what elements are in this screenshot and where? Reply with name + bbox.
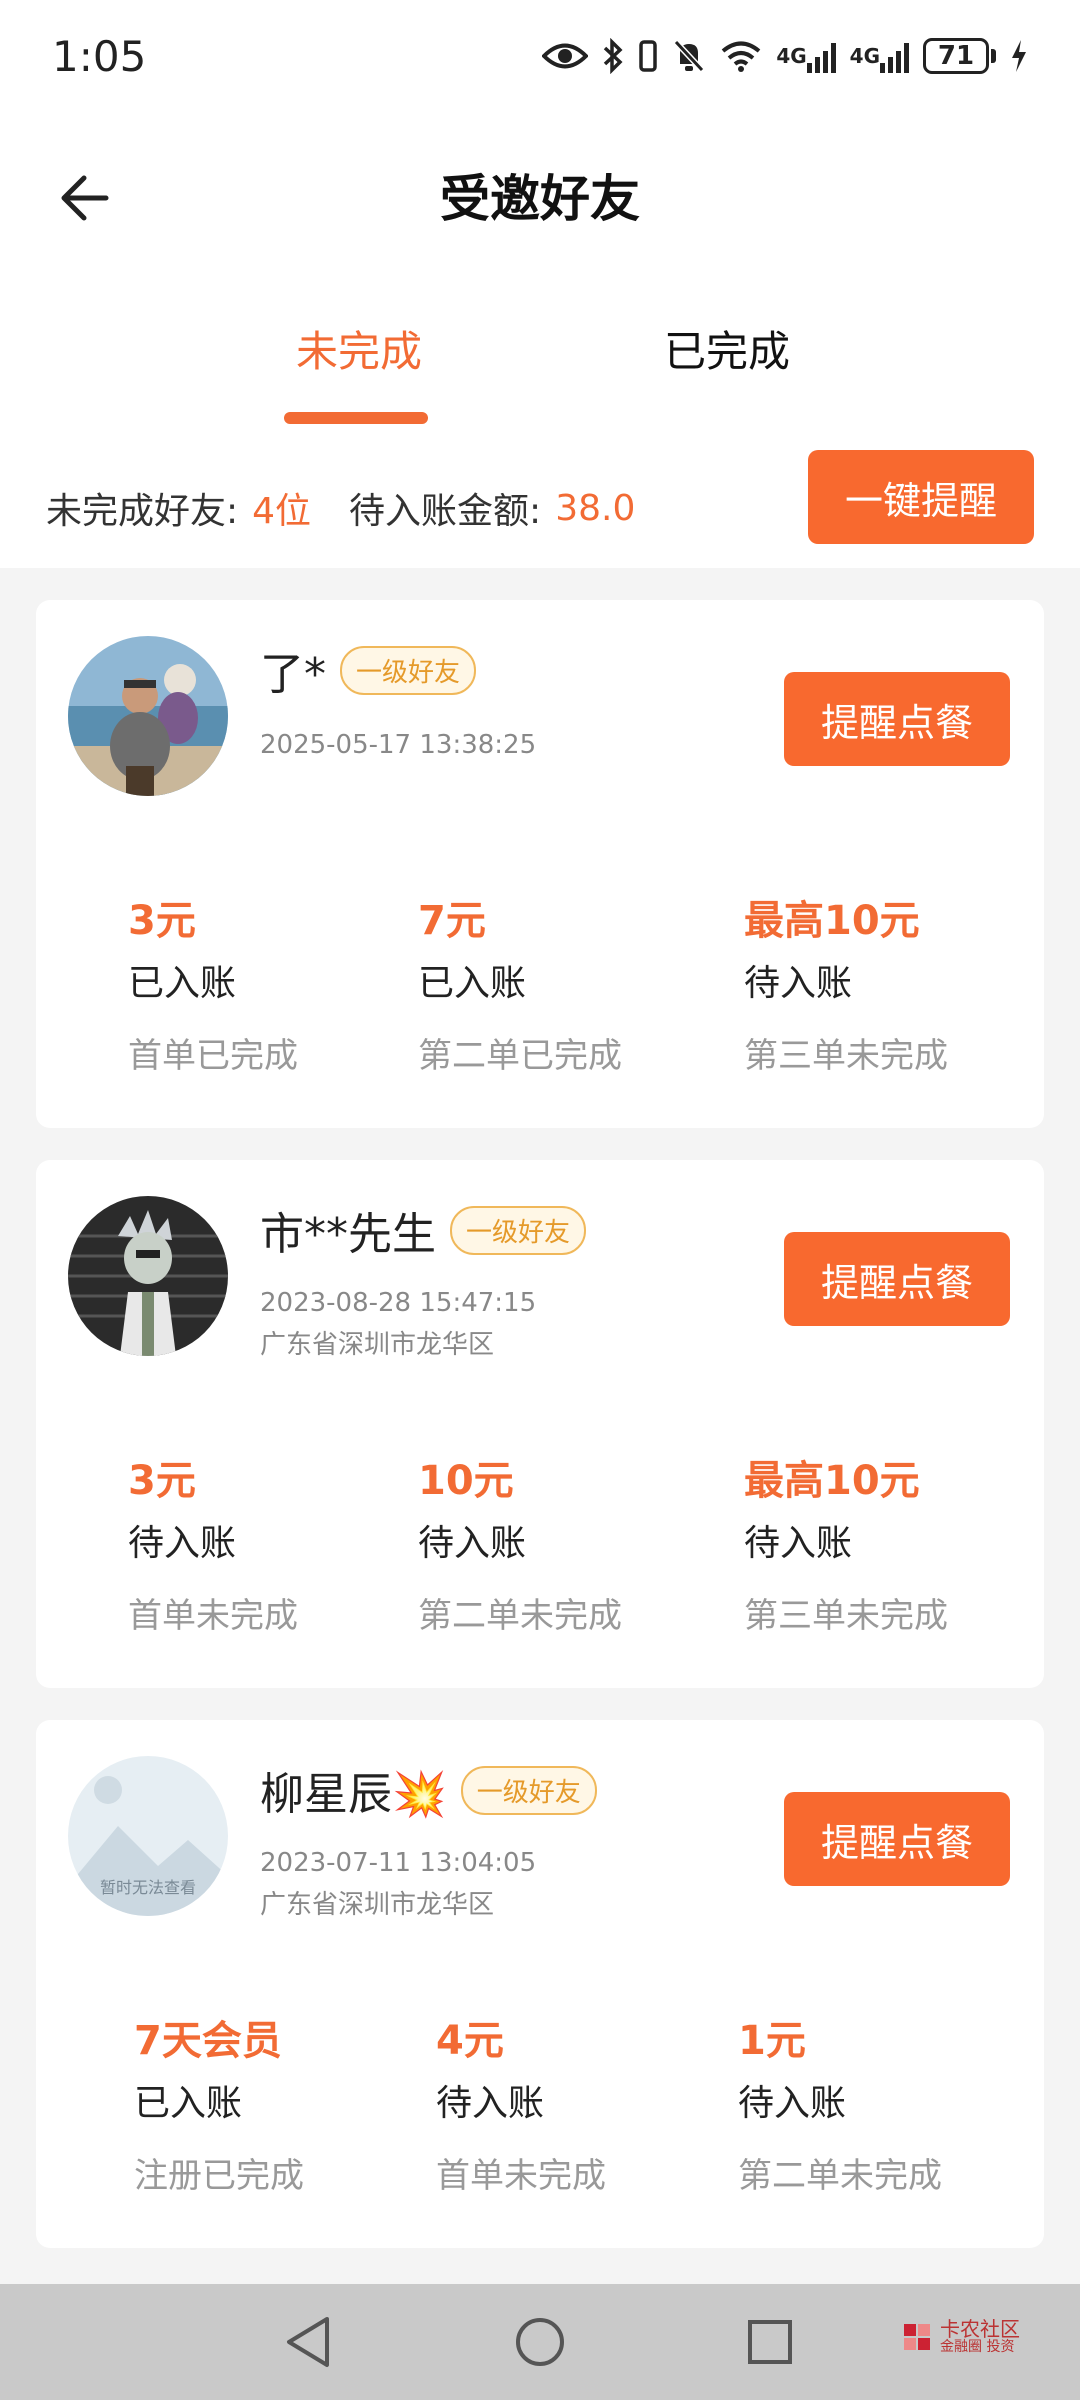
remind-order-button[interactable]: 提醒点餐 — [784, 672, 1010, 766]
incomplete-friends-count: 4位 — [252, 491, 312, 532]
reward-desc: 首单未完成 — [436, 2156, 606, 2196]
friend-name: 市**先生 — [260, 1209, 436, 1260]
avatar — [68, 636, 228, 796]
signal-icon: 4G — [776, 34, 836, 78]
friend-name-row: 了* 一级好友 — [260, 638, 477, 702]
reward-stage: 最高10元 待入账 第三单未完成 — [744, 1448, 948, 1637]
watermark-subtext: 金融圈 投资 — [940, 2339, 1015, 2355]
reward-amount: 3元 — [128, 1458, 196, 1504]
reward-amount: 3元 — [128, 898, 196, 944]
incomplete-friends-label: 未完成好友: — [46, 491, 239, 532]
mute-icon — [672, 34, 706, 78]
pending-amount-value: 38.0 — [555, 487, 636, 529]
battery-level: 71 — [923, 38, 989, 74]
reward-desc: 第二单未完成 — [418, 1596, 622, 1636]
friend-name: 了* — [260, 649, 326, 700]
reward-state: 待入账 — [744, 963, 853, 1004]
nav-back-icon[interactable] — [278, 2312, 338, 2372]
eye-icon — [542, 34, 589, 78]
reward-state: 待入账 — [436, 2083, 545, 2124]
avatar-placeholder-text: 暂时无法查看 — [99, 1878, 196, 1897]
reward-state: 待入账 — [418, 1523, 527, 1564]
tab-active-indicator — [284, 412, 428, 424]
reward-stage: 7元 已入账 第二单已完成 — [418, 888, 622, 1077]
summary-bar: 未完成好友: 4位 待入账金额: 38.0 一键提醒 — [0, 448, 1080, 568]
remind-all-button[interactable]: 一键提醒 — [808, 450, 1034, 544]
reward-amount: 7元 — [418, 898, 486, 944]
friend-name: 柳星辰💥 — [260, 1769, 447, 1820]
watermark: 卡农社区 金融圈 投资 — [900, 2318, 1020, 2355]
nav-recents-icon[interactable] — [740, 2312, 800, 2372]
reward-state: 待入账 — [744, 1523, 853, 1564]
level-badge: 一级好友 — [460, 1765, 597, 1815]
friend-name-row: 市**先生 一级好友 — [260, 1198, 587, 1262]
reward-stage: 1元 待入账 第二单未完成 — [738, 2008, 942, 2197]
reward-desc: 第三单未完成 — [744, 1596, 948, 1636]
charging-icon — [1010, 34, 1028, 78]
header: 受邀好友 — [0, 140, 1080, 250]
reward-desc: 第二单未完成 — [738, 2156, 942, 2196]
status-bar: 1:05 4G 4G 71 — [0, 0, 1080, 112]
reward-amount: 10元 — [418, 1458, 514, 1504]
reward-desc: 注册已完成 — [134, 2156, 304, 2196]
signal-icon: 4G — [850, 34, 909, 78]
join-time: 2023-08-28 15:47:15 — [260, 1288, 537, 1318]
remind-order-button[interactable]: 提醒点餐 — [784, 1232, 1010, 1326]
tab-complete[interactable]: 已完成 — [664, 318, 790, 379]
reward-state: 已入账 — [134, 2083, 243, 2124]
reward-desc: 第三单未完成 — [744, 1036, 948, 1076]
reward-stage: 10元 待入账 第二单未完成 — [418, 1448, 622, 1637]
join-time: 2025-05-17 13:38:25 — [260, 730, 537, 760]
reward-stage: 最高10元 待入账 第三单未完成 — [744, 888, 948, 1077]
level-badge: 一级好友 — [340, 645, 477, 695]
remind-order-button[interactable]: 提醒点餐 — [784, 1792, 1010, 1886]
reward-stage: 3元 已入账 首单已完成 — [128, 888, 298, 1077]
join-time: 2023-07-11 13:04:05 — [260, 1848, 537, 1878]
reward-desc: 首单未完成 — [128, 1596, 298, 1636]
vibrate-icon — [638, 34, 658, 78]
reward-state: 待入账 — [738, 2083, 847, 2124]
level-badge: 一级好友 — [450, 1205, 587, 1255]
pending-amount-label: 待入账金额: — [349, 491, 542, 532]
location: 广东省深圳市龙华区 — [260, 1890, 495, 1920]
friend-card: 暂时无法查看 柳星辰💥 一级好友 2023-07-11 13:04:05 广东省… — [36, 1720, 1044, 2248]
reward-amount: 4元 — [436, 2018, 504, 2064]
reward-amount: 最高10元 — [744, 898, 920, 944]
status-time: 1:05 — [52, 31, 147, 81]
tab-bar: 未完成 已完成 — [0, 300, 1080, 430]
nav-home-icon[interactable] — [510, 2312, 570, 2372]
reward-amount: 7天会员 — [134, 2018, 282, 2064]
reward-amount: 1元 — [738, 2018, 806, 2064]
reward-desc: 首单已完成 — [128, 1036, 298, 1076]
wifi-icon — [720, 34, 762, 78]
status-icons: 4G 4G 71 — [542, 34, 1028, 78]
friend-card: 了* 一级好友 2025-05-17 13:38:25 提醒点餐 3元 已入账 … — [36, 600, 1044, 1128]
back-button[interactable] — [52, 166, 116, 230]
system-nav-bar: 卡农社区 金融圈 投资 — [0, 2284, 1080, 2400]
friend-card: 市**先生 一级好友 2023-08-28 15:47:15 广东省深圳市龙华区… — [36, 1160, 1044, 1688]
reward-stage: 3元 待入账 首单未完成 — [128, 1448, 298, 1637]
reward-stage: 4元 待入账 首单未完成 — [436, 2008, 606, 2197]
watermark-text: 卡农社区 — [940, 2317, 1020, 2341]
tab-incomplete[interactable]: 未完成 — [296, 318, 422, 379]
reward-stage: 7天会员 已入账 注册已完成 — [134, 2008, 304, 2197]
reward-state: 已入账 — [128, 963, 237, 1004]
location: 广东省深圳市龙华区 — [260, 1330, 495, 1360]
bluetooth-icon — [602, 34, 624, 78]
friend-name-row: 柳星辰💥 一级好友 — [260, 1758, 597, 1822]
battery-icon: 71 — [923, 38, 996, 74]
reward-amount: 最高10元 — [744, 1458, 920, 1504]
reward-state: 已入账 — [418, 963, 527, 1004]
avatar: 暂时无法查看 — [68, 1756, 228, 1916]
page-title: 受邀好友 — [440, 170, 640, 228]
watermark-logo-icon — [904, 2323, 930, 2350]
reward-state: 待入账 — [128, 1523, 237, 1564]
friend-list: 了* 一级好友 2025-05-17 13:38:25 提醒点餐 3元 已入账 … — [0, 568, 1080, 2284]
reward-desc: 第二单已完成 — [418, 1036, 622, 1076]
back-arrow-icon — [61, 175, 109, 221]
avatar — [68, 1196, 228, 1356]
